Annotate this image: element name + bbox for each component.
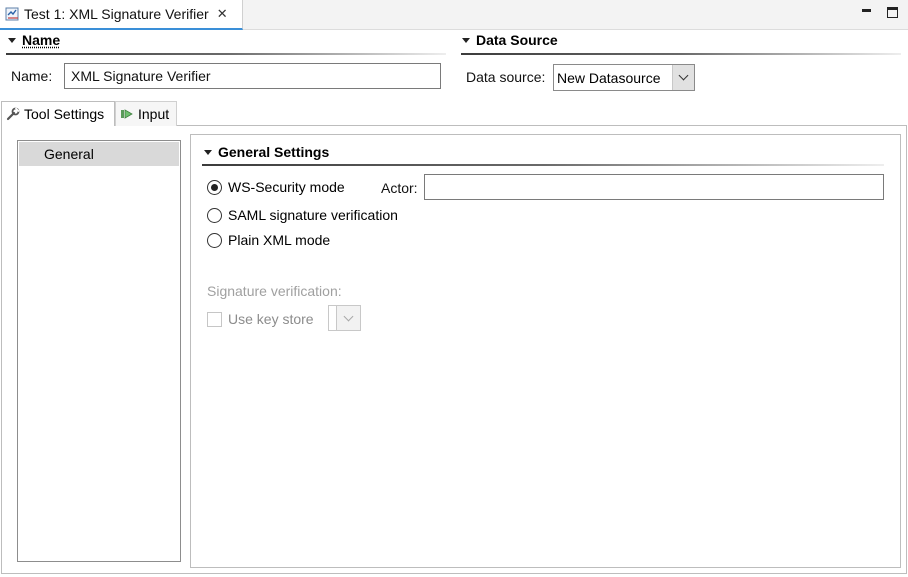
collapse-triangle-icon[interactable]	[8, 37, 16, 43]
chevron-down-icon	[343, 311, 354, 321]
nav-item-label: General	[44, 146, 94, 162]
tool-settings-body: General General Settings WS-Security mod…	[1, 126, 907, 574]
xml-test-icon	[5, 6, 21, 22]
minimize-icon[interactable]	[861, 6, 873, 18]
saml-verification-radio[interactable]: SAML signature verification	[207, 207, 398, 223]
general-settings-title: General Settings	[218, 144, 330, 160]
name-label: Name:	[11, 68, 53, 84]
name-section-header[interactable]: Name	[8, 32, 60, 48]
editor-tab-strip: Test 1: XML Signature Verifier ✕	[0, 0, 908, 30]
actor-input[interactable]	[424, 174, 884, 200]
tab-tool-settings[interactable]: Tool Settings	[1, 101, 115, 127]
chevron-down-icon	[678, 70, 689, 81]
key-store-value	[329, 306, 337, 330]
tab-tool-settings-label: Tool Settings	[24, 106, 105, 122]
plain-xml-label: Plain XML mode	[228, 232, 331, 248]
dropdown-button[interactable]	[672, 65, 694, 90]
name-input[interactable]	[64, 63, 441, 89]
editor-tab[interactable]: Test 1: XML Signature Verifier ✕	[0, 0, 243, 30]
datasource-combo[interactable]: New Datasource	[553, 64, 695, 91]
dropdown-button[interactable]	[337, 306, 360, 330]
datasource-value: New Datasource	[557, 69, 661, 86]
datasource-section-header[interactable]: Data Source	[462, 32, 558, 48]
name-section-rule	[6, 53, 446, 55]
datasource-section-rule	[461, 53, 901, 55]
checkbox[interactable]	[207, 311, 222, 327]
tab-bar: Tool Settings Input	[1, 101, 907, 127]
datasource-label: Data source:	[466, 69, 546, 85]
general-settings-rule	[202, 164, 884, 166]
settings-nav-list: General	[17, 140, 181, 562]
tab-input[interactable]: Input	[115, 101, 177, 126]
close-icon[interactable]: ✕	[217, 6, 228, 22]
collapse-triangle-icon[interactable]	[462, 37, 470, 43]
general-settings-panel: General Settings WS-Security mode Actor:…	[190, 134, 901, 568]
saml-verification-label: SAML signature verification	[228, 207, 398, 223]
actor-label: Actor:	[381, 180, 418, 196]
datasource-section-title: Data Source	[476, 32, 558, 48]
editor-tab-title: Test 1: XML Signature Verifier	[24, 6, 209, 22]
input-arrow-icon	[120, 107, 134, 121]
radio-button[interactable]	[207, 207, 222, 223]
plain-xml-radio[interactable]: Plain XML mode	[207, 232, 330, 248]
ws-security-radio[interactable]: WS-Security mode	[207, 179, 345, 195]
signature-verification-label: Signature verification:	[207, 283, 342, 299]
radio-button[interactable]	[207, 232, 222, 248]
ws-security-label: WS-Security mode	[228, 179, 345, 195]
collapse-triangle-icon[interactable]	[204, 149, 212, 155]
window-controls	[861, 6, 898, 18]
general-settings-header[interactable]: General Settings	[204, 144, 329, 160]
wrench-icon	[6, 107, 20, 121]
tab-input-label: Input	[138, 106, 170, 122]
key-store-combo[interactable]	[328, 305, 361, 331]
use-key-store-label: Use key store	[228, 311, 314, 327]
nav-item-general[interactable]: General	[19, 142, 179, 166]
name-section-title: Name	[22, 32, 61, 48]
tool-tab-folder: Tool Settings Input General General Sett…	[1, 101, 907, 574]
radio-button[interactable]	[207, 179, 222, 195]
maximize-icon[interactable]	[887, 7, 898, 18]
use-key-store-checkbox[interactable]: Use key store	[207, 311, 314, 327]
